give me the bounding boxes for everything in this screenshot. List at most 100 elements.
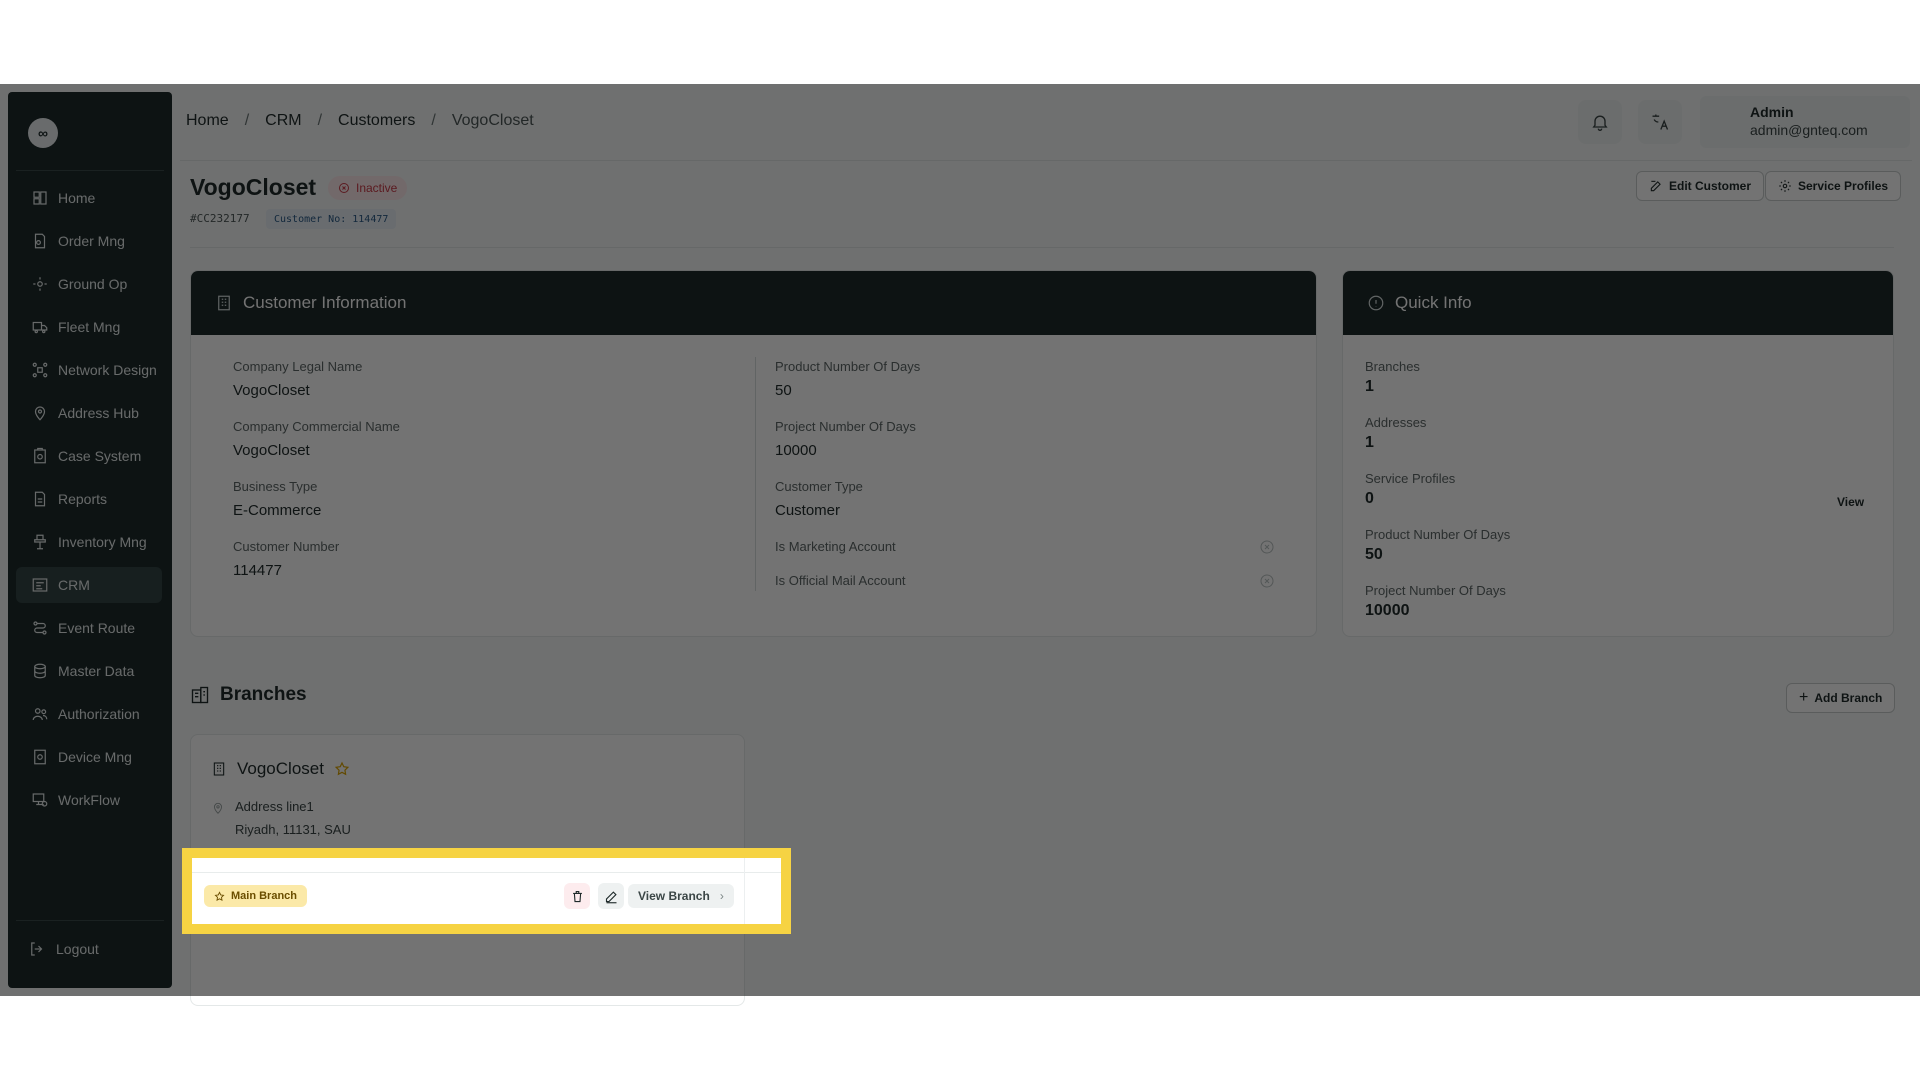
sidebar-item-address-hub[interactable]: Address Hub (16, 395, 162, 431)
user-name: Admin (1750, 104, 1794, 120)
main-branch-badge: Main Branch (204, 885, 308, 907)
sidebar-item-label: Inventory Mng (58, 534, 147, 550)
sidebar-item-home[interactable]: Home (16, 180, 162, 216)
sidebar-item-label: Fleet Mng (58, 319, 121, 335)
service-profiles-view-link[interactable]: View (1837, 495, 1864, 509)
sidebar-item-ground-op[interactable]: Ground Op (16, 266, 162, 302)
sidebar-item-label: Master Data (58, 663, 135, 679)
customer-number-tag: Customer No: 114477 (266, 209, 397, 229)
field-label: Addresses (1365, 415, 1427, 430)
quick-info-service-profiles: Service Profiles 0 (1365, 471, 1455, 508)
sidebar-item-label: WorkFlow (58, 792, 120, 808)
field-customer-number: Customer Number 114477 (233, 539, 339, 579)
database-icon (30, 661, 50, 681)
user-menu[interactable]: Admin admin@gnteq.com (1700, 96, 1910, 148)
building-icon (213, 762, 225, 776)
sidebar-item-crm[interactable]: CRM (16, 567, 162, 603)
field-label: Is Marketing Account (775, 539, 896, 554)
sidebar-item-label: CRM (58, 577, 90, 593)
status-badge: Inactive (328, 176, 408, 200)
sidebar-item-label: Ground Op (58, 276, 128, 292)
pencil-icon (605, 890, 617, 903)
sidebar: ∞ Home Order Mng Ground Op Fleet Mng Network… (8, 92, 172, 988)
home-icon (30, 188, 50, 208)
sidebar-item-master-data[interactable]: Master Data (16, 653, 162, 689)
field-label: Service Profiles (1365, 471, 1456, 486)
sidebar-item-label: Address Hub (58, 405, 139, 421)
field-company-legal-name: Company Legal Name VogoCloset (233, 359, 362, 399)
info-circle-icon (1368, 295, 1384, 311)
field-label: Project Number Of Days (1365, 583, 1506, 598)
breadcrumb-customers[interactable]: Customers (338, 112, 415, 130)
sidebar-item-device-mng[interactable]: Device Mng (16, 739, 162, 775)
workflow-icon (30, 790, 50, 810)
order-icon (30, 231, 50, 251)
service-profiles-button[interactable]: Service Profiles (1765, 171, 1902, 201)
sidebar-item-event-route[interactable]: Event Route (16, 610, 162, 646)
inventory-icon (30, 532, 50, 552)
add-branch-button[interactable]: + Add Branch (1786, 683, 1896, 713)
quick-info-header: Quick Info (1343, 271, 1893, 335)
branch-name: VogoCloset (211, 759, 350, 779)
quick-info-addresses: Addresses 1 (1365, 415, 1426, 452)
breadcrumb-crm[interactable]: CRM (265, 112, 301, 130)
field-customer-type: Customer Type Customer (775, 479, 863, 519)
sidebar-item-inventory-mng[interactable]: Inventory Mng (16, 524, 162, 560)
map-pin-icon (30, 403, 50, 423)
card-right-edge (744, 858, 745, 924)
sidebar-item-workflow[interactable]: WorkFlow (16, 782, 162, 818)
logout-button[interactable]: Logout (28, 940, 99, 958)
customer-information-card: Customer Information Company Legal Name … (190, 270, 1317, 637)
edit-icon (1650, 180, 1661, 192)
sidebar-item-case-system[interactable]: Case System (16, 438, 162, 474)
edit-customer-button[interactable]: Edit Customer (1636, 171, 1765, 201)
logo[interactable]: ∞ (28, 118, 58, 148)
field-value: VogoCloset (233, 382, 310, 399)
sidebar-item-label: Case System (58, 448, 142, 464)
field-label: Company Commercial Name (233, 419, 400, 434)
breadcrumb: Home / CRM / Customers / VogoCloset (186, 112, 534, 130)
field-label: Company Legal Name (233, 359, 363, 374)
report-icon (30, 489, 50, 509)
page-title: VogoCloset (190, 174, 317, 200)
star-icon (334, 761, 350, 776)
field-company-commercial-name: Company Commercial Name VogoCloset (233, 419, 400, 459)
sidebar-item-network-design[interactable]: Network Design (16, 352, 162, 388)
add-branch-label: Add Branch (1814, 691, 1883, 705)
truck-icon (30, 317, 50, 337)
logout-icon (31, 942, 43, 956)
field-value: E-Commerce (233, 502, 322, 519)
branch-name-label: VogoCloset (237, 759, 324, 778)
crm-icon (30, 575, 50, 595)
delete-branch-button[interactable] (564, 883, 590, 909)
sidebar-item-authorization[interactable]: Authorization (16, 696, 162, 732)
sidebar-item-label: Reports (58, 491, 108, 507)
field-label: Customer Number (233, 539, 340, 554)
field-value: 10000 (1365, 602, 1410, 619)
network-icon (30, 360, 50, 380)
notifications-button[interactable] (1578, 100, 1622, 144)
field-business-type: Business Type E-Commerce (233, 479, 321, 519)
edit-branch-button[interactable] (598, 883, 624, 909)
quick-info-project-days: Project Number Of Days 10000 (1365, 583, 1506, 620)
sidebar-item-order-mng[interactable]: Order Mng (16, 223, 162, 259)
breadcrumb-separator: / (431, 112, 436, 129)
customer-code: #CC232177 (190, 212, 250, 225)
field-label: Branches (1365, 359, 1420, 374)
breadcrumb-home[interactable]: Home (186, 112, 229, 130)
sidebar-item-fleet-mng[interactable]: Fleet Mng (16, 309, 162, 345)
field-value: 1 (1365, 434, 1374, 451)
language-button[interactable] (1638, 100, 1682, 144)
view-branch-label: View Branch (638, 889, 710, 903)
field-label: Product Number Of Days (775, 359, 921, 374)
chevron-right-icon: › (719, 889, 724, 903)
device-icon (30, 747, 50, 767)
field-value: 50 (775, 382, 792, 399)
gear-icon (1779, 180, 1791, 192)
view-branch-button[interactable]: View Branch › (628, 884, 734, 908)
bell-icon (1592, 115, 1608, 131)
field-value: 50 (1365, 546, 1383, 563)
field-label: Is Official Mail Account (775, 573, 906, 588)
info-column-divider (755, 357, 756, 591)
sidebar-item-reports[interactable]: Reports (16, 481, 162, 517)
